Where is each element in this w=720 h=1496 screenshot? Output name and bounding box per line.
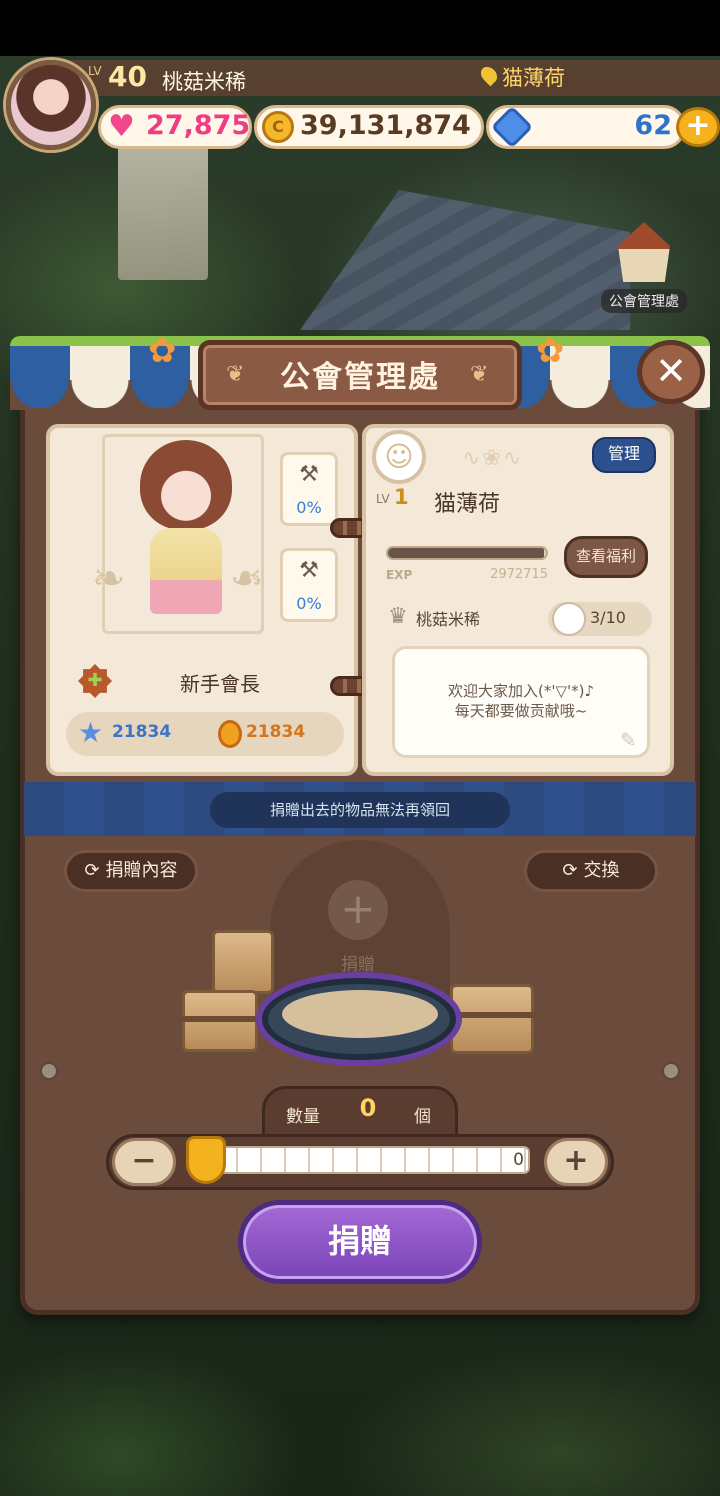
bolt-icon xyxy=(662,1062,680,1080)
notice-line-2: 每天都要做贡献哦~ xyxy=(454,702,588,720)
player-level: 40 xyxy=(108,60,147,93)
max-upgrade-icon: ⚒ xyxy=(299,462,319,487)
laurel-right-icon: ❧ xyxy=(230,556,264,602)
ornament-icon: ∿❀∿ xyxy=(462,446,524,471)
player-avatar[interactable] xyxy=(6,60,96,150)
member-count: 3/10 xyxy=(590,608,626,627)
medal-icon xyxy=(218,720,242,748)
decrease-button[interactable]: − xyxy=(112,1138,176,1186)
donation-warning: 捐贈出去的物品無法再領回 xyxy=(210,792,510,828)
edit-pencil-icon[interactable]: ✎ xyxy=(620,728,637,752)
flower-decoration-icon: ✿ xyxy=(536,331,565,371)
exchange-button[interactable]: ⟳ 交換 xyxy=(524,850,658,892)
quantity-unit: 個 xyxy=(414,1107,431,1127)
star-stat-value: 21834 xyxy=(112,722,172,742)
guild-exp-bar xyxy=(386,546,548,560)
player-name: 桃菇米稀 xyxy=(162,70,246,94)
exp-value: 2972715 xyxy=(490,567,548,582)
refresh-icon: ⟳ xyxy=(562,860,578,881)
hud-top-bar xyxy=(60,60,720,96)
skill-1-percent: 0% xyxy=(296,498,322,517)
manage-button[interactable]: 管理 xyxy=(592,437,656,473)
add-item-button[interactable]: + xyxy=(328,880,388,940)
guild-leader-name: 桃菇米稀 xyxy=(416,610,481,629)
bolt-icon xyxy=(40,1062,58,1080)
view-benefits-button[interactable]: 查看福利 xyxy=(564,536,648,578)
parcel-box-icon xyxy=(450,984,534,1054)
close-button[interactable]: ✕ xyxy=(637,340,705,404)
medal-stat-value: 21834 xyxy=(246,722,306,742)
coins-value: 39,131,874 xyxy=(300,110,471,141)
quantity-slider-thumb[interactable] xyxy=(186,1136,226,1184)
hud-guild-name[interactable]: 猫薄荷 xyxy=(502,62,565,92)
quantity-slider-track[interactable] xyxy=(188,1146,530,1174)
guild-hall-building-label[interactable]: 公會管理處 xyxy=(601,289,687,313)
parcel-strap xyxy=(182,1016,258,1022)
skill-2-percent: 0% xyxy=(296,594,322,613)
parcel-strap xyxy=(450,1012,534,1018)
donation-tray-inner xyxy=(282,990,438,1038)
status-bar xyxy=(0,0,720,56)
guild-exp-fill xyxy=(388,548,545,558)
member-icon: ☁ xyxy=(552,602,586,636)
max-upgrade-icon: ⚒ xyxy=(299,558,319,583)
donation-contents-label: 捐贈內容 xyxy=(105,860,178,881)
guild-name: 猫薄荷 xyxy=(434,492,501,517)
quantity-label: 數量 xyxy=(286,1107,320,1127)
donate-button[interactable]: 捐贈 xyxy=(238,1200,482,1284)
guild-emblem-icon[interactable]: ☺ xyxy=(372,430,426,484)
heart-icon: ♥ xyxy=(108,109,135,144)
rank-title: 新手會長 xyxy=(180,672,260,696)
crown-icon: ♛ xyxy=(388,604,408,629)
guild-level: 1 xyxy=(394,485,409,509)
refresh-icon: ⟳ xyxy=(84,860,100,881)
notice-line-1: 欢迎大家加入(*'▽'*)♪ xyxy=(447,682,595,700)
player-level-prefix: LV xyxy=(88,64,102,78)
quantity-value: 0 xyxy=(359,1094,377,1122)
laurel-left-icon: ❧ xyxy=(92,556,126,602)
exchange-label: 交換 xyxy=(583,860,620,881)
parcel-box-icon xyxy=(212,930,274,994)
gems-value: 62 xyxy=(634,110,672,141)
donation-slot-hint: 捐贈 xyxy=(341,955,375,975)
increase-button[interactable]: + xyxy=(544,1138,608,1186)
star-icon: ★ xyxy=(78,716,104,749)
slider-max-value: 0 xyxy=(513,1150,524,1170)
panel-title: 公會管理處 xyxy=(280,360,440,395)
clover-icon: ✚ xyxy=(87,670,103,691)
add-gems-button[interactable]: + xyxy=(676,107,720,147)
stone-lantern xyxy=(118,140,208,280)
donation-contents-button[interactable]: ⟳ 捐贈內容 xyxy=(64,850,198,892)
exp-label: EXP xyxy=(386,568,413,582)
flower-decoration-icon: ✿ xyxy=(148,331,177,371)
hearts-value: 27,875 xyxy=(146,110,251,141)
guild-level-prefix: LV xyxy=(376,492,390,506)
coin-icon: C xyxy=(262,111,294,143)
character-body xyxy=(150,528,222,614)
character-head xyxy=(140,440,232,530)
